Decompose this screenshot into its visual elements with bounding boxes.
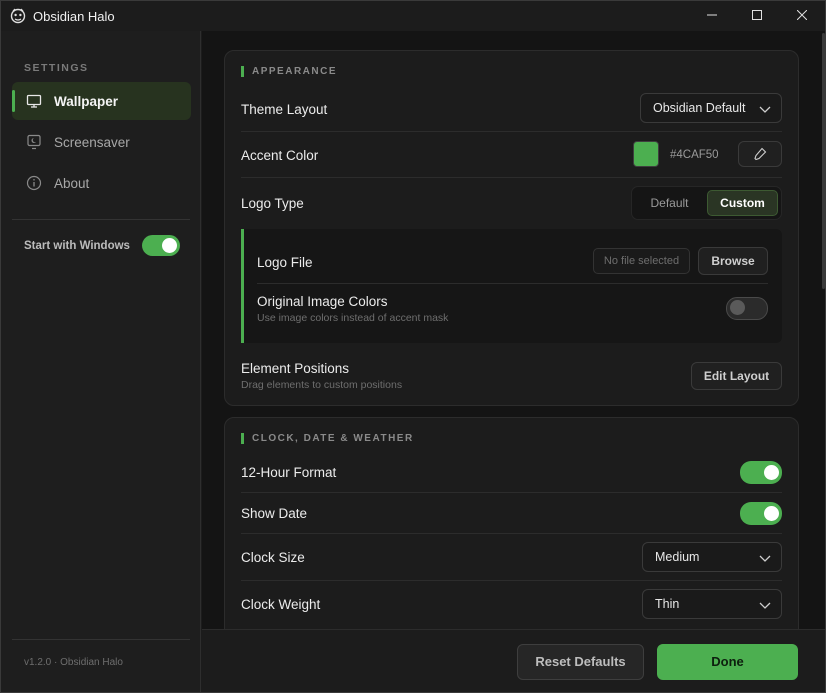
monitor-icon xyxy=(26,93,42,109)
element-positions-label: Element Positions xyxy=(241,361,350,376)
edit-layout-button[interactable]: Edit Layout xyxy=(691,362,782,390)
hour12-label: 12-Hour Format xyxy=(241,465,337,480)
accent-color-swatch[interactable] xyxy=(633,141,659,167)
clock-weight-label: Clock Weight xyxy=(241,597,321,612)
original-colors-label: Original Image Colors xyxy=(257,294,388,309)
sidebar-divider xyxy=(12,639,190,640)
title-bar[interactable]: Obsidian Halo xyxy=(1,1,825,31)
logo-file-field: No file selected xyxy=(593,248,690,274)
browse-button[interactable]: Browse xyxy=(698,247,768,275)
original-colors-toggle[interactable] xyxy=(726,297,768,320)
done-button[interactable]: Done xyxy=(657,644,798,680)
theme-layout-select[interactable]: Obsidian Default xyxy=(640,93,782,123)
sidebar-divider xyxy=(12,219,190,220)
window-title: Obsidian Halo xyxy=(33,9,115,24)
clock-weight-select[interactable]: Thin xyxy=(642,589,782,619)
chevron-down-icon xyxy=(759,598,771,610)
appearance-card: APPEARANCE Theme Layout Obsidian Default… xyxy=(224,50,799,406)
row-divider xyxy=(241,177,782,178)
settings-content[interactable]: APPEARANCE Theme Layout Obsidian Default… xyxy=(202,31,825,629)
sidebar-item-wallpaper[interactable]: Wallpaper xyxy=(12,82,191,120)
app-logo-icon xyxy=(10,8,26,24)
clock-size-select[interactable]: Medium xyxy=(642,542,782,572)
sidebar-item-about[interactable]: About xyxy=(12,164,191,202)
original-colors-description: Use image colors instead of accent mask xyxy=(257,312,449,324)
toggle-knob xyxy=(162,238,177,253)
chevron-down-icon xyxy=(759,102,771,114)
eyedropper-button[interactable] xyxy=(738,141,782,167)
sidebar: SETTINGS Wallpaper Screensaver About Sta… xyxy=(1,31,201,692)
sidebar-item-label: About xyxy=(54,176,90,191)
sidebar-item-label: Screensaver xyxy=(54,135,130,150)
close-icon xyxy=(796,7,808,25)
section-accent-bar xyxy=(241,65,244,77)
sidebar-item-label: Wallpaper xyxy=(54,94,119,109)
logo-file-label: Logo File xyxy=(257,255,313,270)
section-heading: CLOCK, DATE & WEATHER xyxy=(241,432,414,444)
logo-subpanel: Logo File No file selected Browse Origin… xyxy=(241,229,782,343)
accent-color-hex: #4CAF50 xyxy=(670,149,719,161)
row-divider xyxy=(241,492,782,493)
clock-size-value: Medium xyxy=(655,550,700,564)
sidebar-heading: SETTINGS xyxy=(24,62,89,74)
version-label: v1.2.0 · Obsidian Halo xyxy=(24,657,123,668)
maximize-button[interactable] xyxy=(734,1,780,31)
hour12-toggle[interactable] xyxy=(740,461,782,484)
row-divider xyxy=(241,533,782,534)
section-accent-bar xyxy=(241,432,244,444)
row-divider xyxy=(257,283,768,284)
theme-layout-value: Obsidian Default xyxy=(653,101,746,115)
minimize-button[interactable] xyxy=(689,1,735,31)
main-scrollbar[interactable] xyxy=(822,33,825,289)
show-date-toggle[interactable] xyxy=(740,502,782,525)
accent-color-label: Accent Color xyxy=(241,148,319,163)
eyedropper-icon xyxy=(753,147,767,164)
start-with-windows-label: Start with Windows xyxy=(24,240,130,252)
toggle-knob xyxy=(730,300,745,315)
toggle-knob xyxy=(764,465,779,480)
start-with-windows-toggle[interactable] xyxy=(142,235,180,256)
section-title: CLOCK, DATE & WEATHER xyxy=(252,432,414,444)
minimize-icon xyxy=(707,7,717,25)
logo-type-custom-option[interactable]: Custom xyxy=(707,190,778,216)
logo-type-segmented: Default Custom xyxy=(631,186,782,220)
maximize-icon xyxy=(752,7,762,25)
section-title: APPEARANCE xyxy=(252,65,338,77)
logo-type-default-option[interactable]: Default xyxy=(635,190,704,216)
sidebar-item-screensaver[interactable]: Screensaver xyxy=(12,123,191,161)
section-heading: APPEARANCE xyxy=(241,65,337,77)
footer-bar: Reset Defaults Done xyxy=(202,629,825,692)
close-button[interactable] xyxy=(779,1,825,31)
app-window: Obsidian Halo SETTINGS Wallpaper Screens… xyxy=(0,0,826,693)
row-divider xyxy=(241,131,782,132)
clock-weight-value: Thin xyxy=(655,597,680,611)
chevron-down-icon xyxy=(759,551,771,563)
screensaver-icon xyxy=(26,134,42,150)
logo-type-label: Logo Type xyxy=(241,196,304,211)
element-positions-description: Drag elements to custom positions xyxy=(241,379,403,391)
clock-size-label: Clock Size xyxy=(241,550,305,565)
clock-card: CLOCK, DATE & WEATHER 12-Hour Format Sho… xyxy=(224,417,799,629)
show-date-label: Show Date xyxy=(241,506,308,521)
info-icon xyxy=(26,175,42,191)
toggle-knob xyxy=(764,506,779,521)
theme-layout-label: Theme Layout xyxy=(241,102,328,117)
reset-defaults-button[interactable]: Reset Defaults xyxy=(517,644,644,680)
row-divider xyxy=(241,580,782,581)
